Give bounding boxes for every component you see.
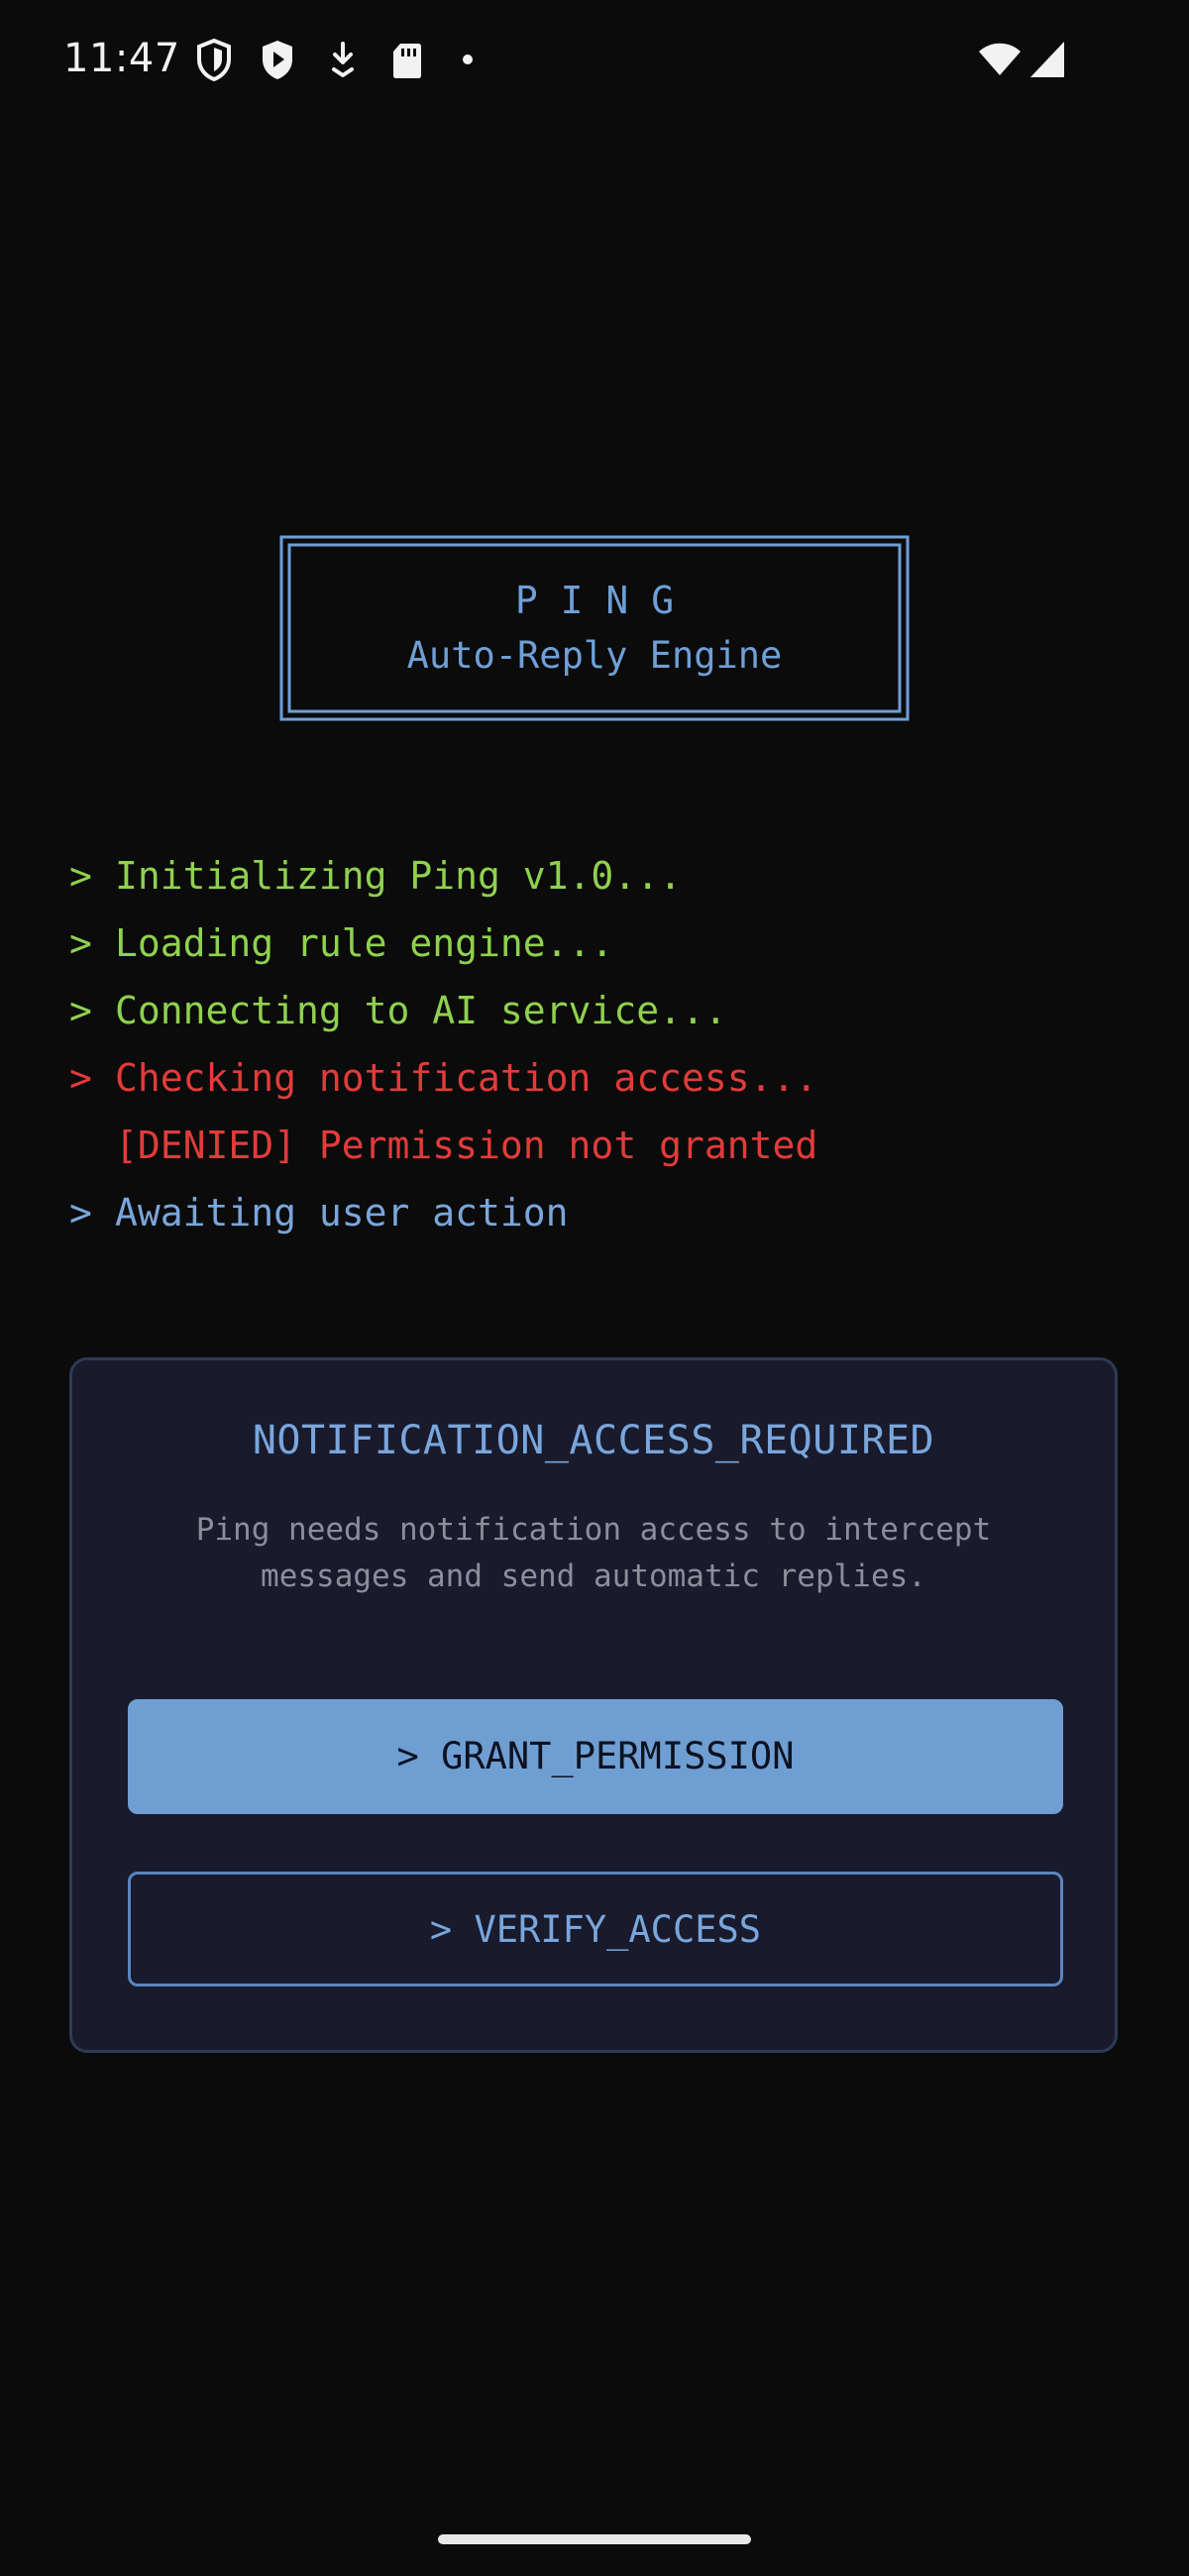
console-log: > Initializing Ping v1.0... > Loading rule… xyxy=(69,842,1120,1246)
signal-icon xyxy=(1027,38,1068,81)
app-name: P I N G xyxy=(514,579,675,622)
card-description: Ping needs notification access to interc… xyxy=(195,1512,992,1594)
log-line-denied: [DENIED] Permission not granted xyxy=(69,1112,1120,1179)
wifi-icon xyxy=(977,38,1023,81)
log-line: > Awaiting user action xyxy=(69,1179,1120,1246)
home-indicator[interactable] xyxy=(438,2534,751,2544)
log-line: > Loading rule engine... xyxy=(69,910,1120,977)
log-prompt: > xyxy=(69,1056,92,1100)
log-text: Awaiting user action xyxy=(115,1191,569,1234)
log-line: > Initializing Ping v1.0... xyxy=(69,842,1120,910)
card-title: NOTIFICATION_ACCESS_REQUIRED xyxy=(252,1418,935,1463)
log-prompt: > xyxy=(69,854,92,898)
log-line: > Connecting to AI service... xyxy=(69,977,1120,1044)
log-text: Initializing Ping v1.0... xyxy=(115,854,682,898)
log-line: > Checking notification access... xyxy=(69,1044,1120,1112)
sd-card-icon xyxy=(386,38,426,81)
title-frame xyxy=(279,535,910,721)
status-bar: 11:47 xyxy=(0,0,1189,119)
shield-icon xyxy=(194,38,234,81)
dot-icon xyxy=(458,38,478,81)
app-subtitle: Auto-Reply Engine xyxy=(406,634,783,677)
play-protect-icon xyxy=(258,38,297,81)
log-text: Checking notification access... xyxy=(115,1056,818,1100)
status-time: 11:47 xyxy=(63,36,180,81)
log-prompt: > xyxy=(69,989,92,1032)
app-title-box: P I N G Auto-Reply Engine xyxy=(279,535,910,721)
grant-permission-button[interactable]: > GRANT_PERMISSION xyxy=(128,1699,1063,1814)
log-prompt: > xyxy=(69,921,92,965)
log-text: Loading rule engine... xyxy=(115,921,614,965)
log-prompt: > xyxy=(69,1191,92,1234)
log-text: Connecting to AI service... xyxy=(115,989,727,1032)
download-icon xyxy=(323,38,363,81)
permission-card: NOTIFICATION_ACCESS_REQUIRED Ping needs … xyxy=(69,1357,1118,2053)
verify-access-button[interactable]: > VERIFY_ACCESS xyxy=(128,1872,1063,1986)
log-text: [DENIED] Permission not granted xyxy=(115,1124,818,1167)
